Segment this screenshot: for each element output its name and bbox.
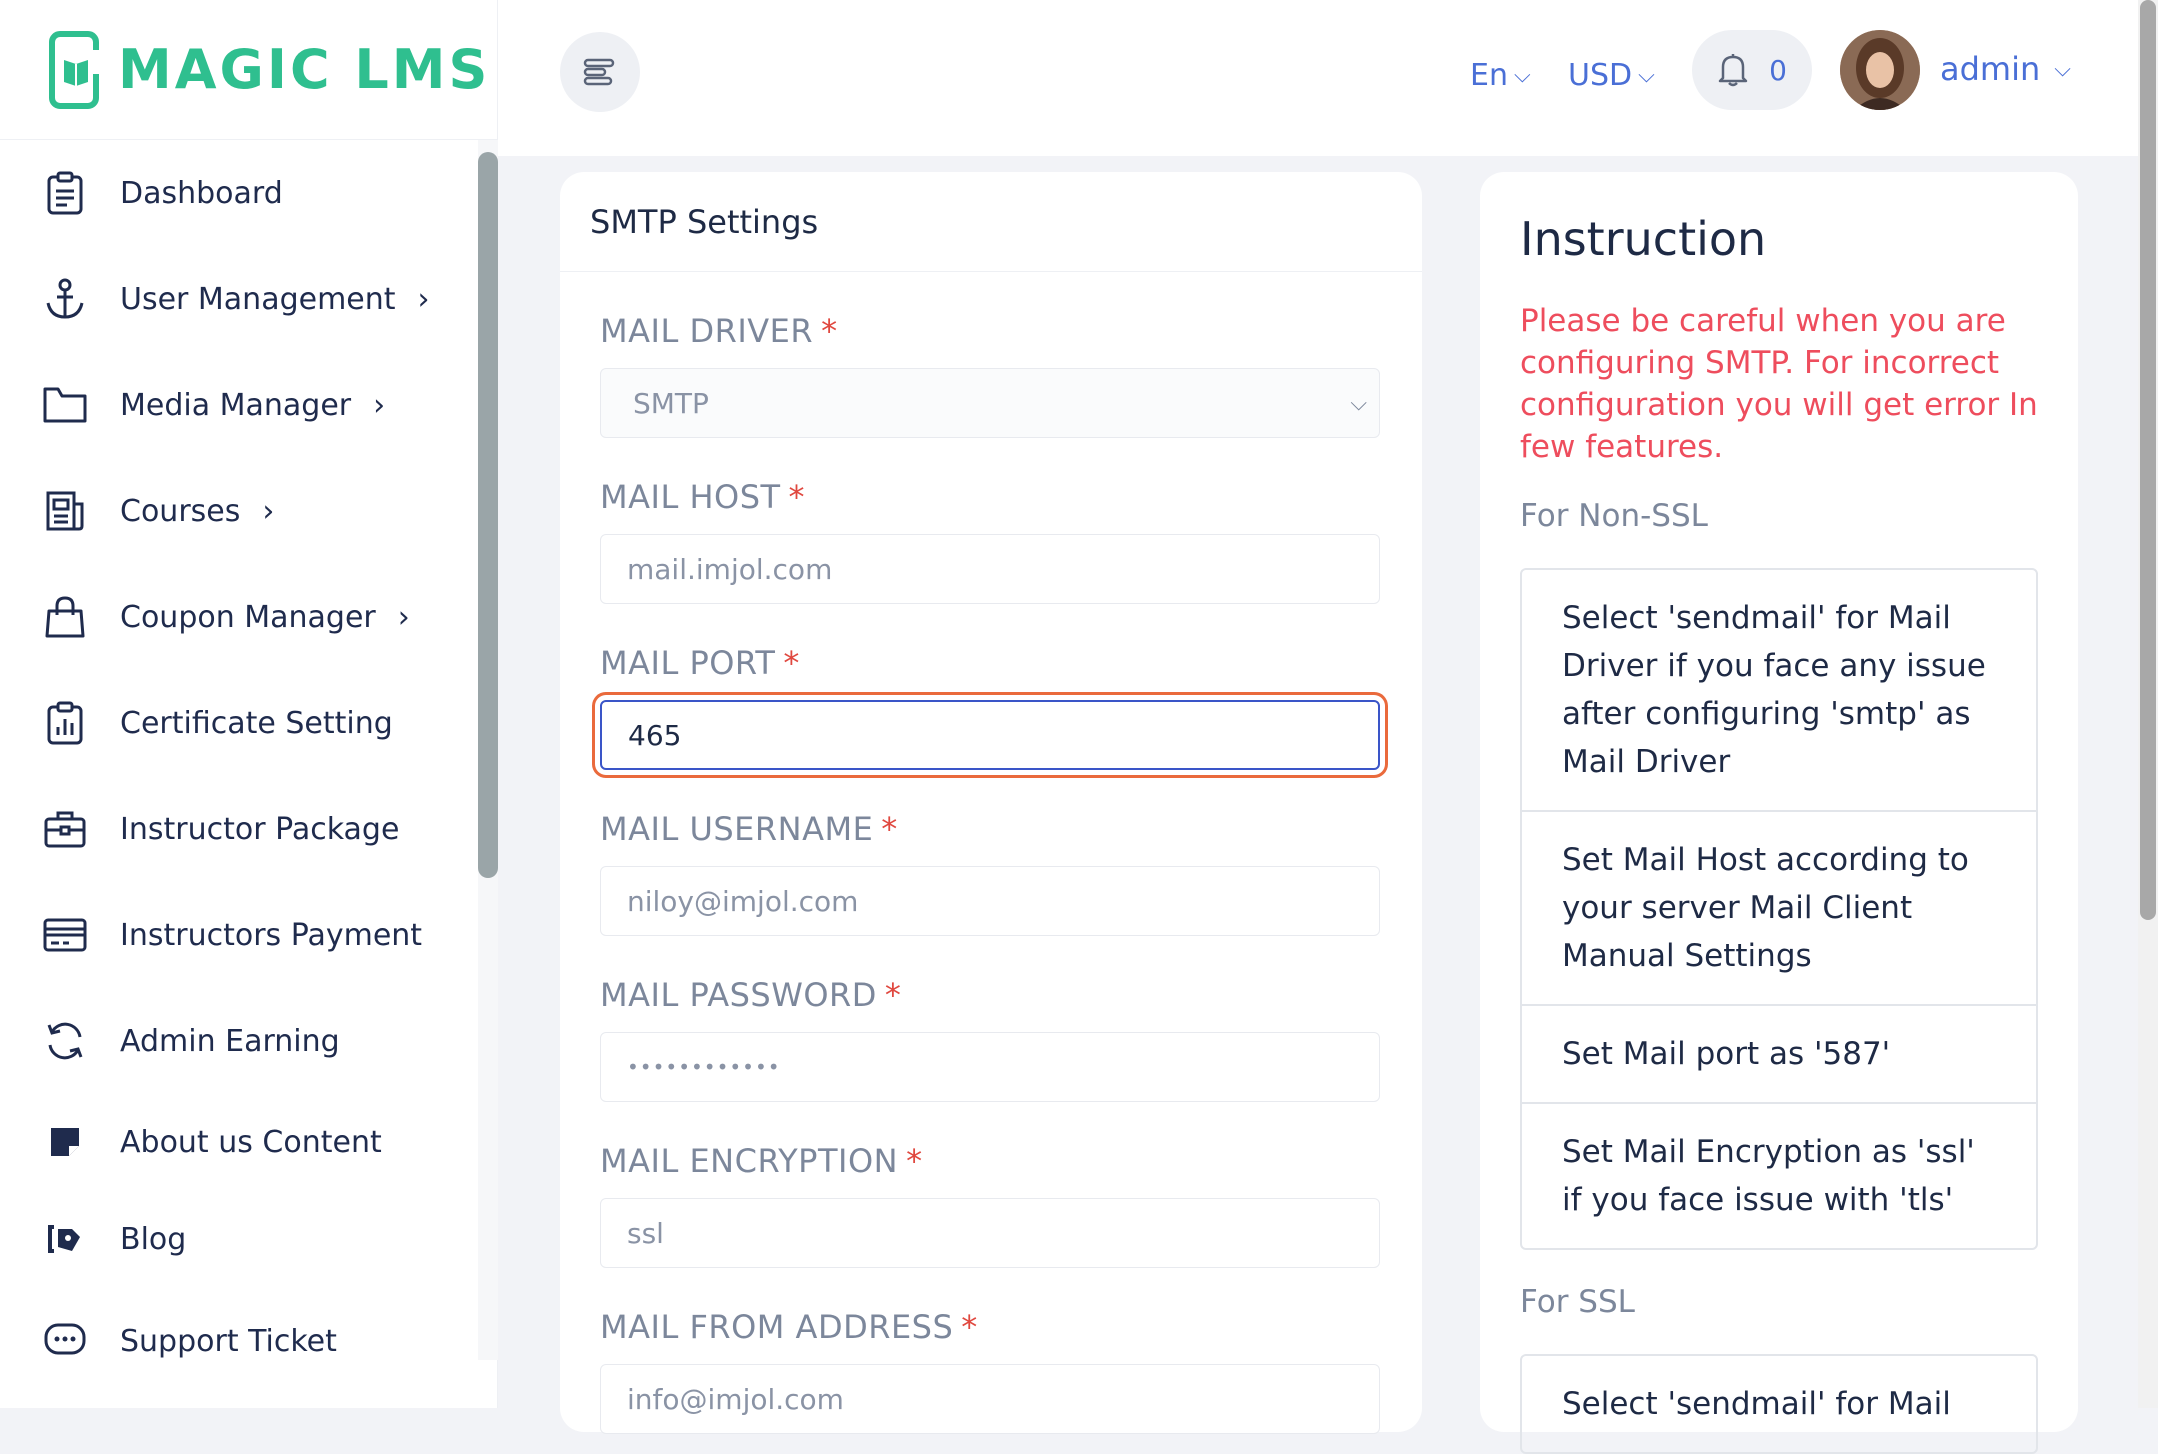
align-left-icon <box>583 58 615 86</box>
avatar[interactable] <box>1840 30 1920 110</box>
shopping-bag-icon <box>40 592 90 642</box>
chevron-down-icon: ⌵ <box>1638 63 1655 88</box>
user-name: admin <box>1940 50 2041 88</box>
mail-driver-select[interactable]: SMTP ⌵ <box>600 368 1380 438</box>
sidebar-item-courses[interactable]: Courses › <box>0 458 478 564</box>
sidebar-item-label: Blog <box>120 1221 187 1257</box>
mail-encryption-label: MAIL ENCRYPTION * <box>600 1142 923 1180</box>
sidebar-item-user-management[interactable]: User Management › <box>0 246 478 352</box>
sidebar-item-support-ticket[interactable]: Support Ticket <box>0 1288 478 1360</box>
book-logo-icon <box>49 30 102 109</box>
sidebar-item-instructors-payment[interactable]: Instructors Payment <box>0 882 478 988</box>
mail-host-label: MAIL HOST * <box>600 478 806 516</box>
sidebar-menu: Dashboard User Management › Media Manage… <box>0 140 478 1360</box>
anchor-icon <box>40 274 90 324</box>
sidebar-item-label: Certificate Setting <box>120 705 393 741</box>
clipboard-chart-icon <box>40 698 90 748</box>
sidebar-item-admin-earning[interactable]: Admin Earning <box>0 988 478 1094</box>
mail-encryption-input[interactable]: ssl <box>600 1198 1380 1268</box>
instruction-warning: Please be careful when you are configuri… <box>1520 303 2038 465</box>
sidebar-item-label: About us Content <box>120 1124 382 1160</box>
chevron-down-icon: ⌵ <box>1513 63 1531 88</box>
sidebar-item-label: Support Ticket <box>120 1323 337 1359</box>
bell-icon <box>1718 54 1748 87</box>
instruction-title: Instruction <box>1520 212 1767 266</box>
mail-host-input[interactable]: mail.imjol.com <box>600 534 1380 604</box>
card-title: SMTP Settings <box>560 172 1422 272</box>
refresh-icon <box>40 1016 90 1066</box>
non-ssl-list: Select 'sendmail' for Mail Driver if you… <box>1520 568 2038 1250</box>
list-item: Set Mail Host according to your server M… <box>1522 812 2036 1006</box>
sidebar-scrollbar-thumb[interactable] <box>478 152 498 878</box>
briefcase-icon <box>40 804 90 854</box>
currency-value: USD <box>1568 58 1633 93</box>
newspaper-icon <box>40 486 90 536</box>
notifications-button[interactable]: 0 <box>1692 30 1812 110</box>
chat-dots-icon <box>40 1316 90 1360</box>
top-header: En ⌵ USD ⌵ 0 admin ⌵ <box>498 0 2138 156</box>
user-menu[interactable]: admin ⌵ <box>1940 50 2071 88</box>
sidebar-item-instructor-package[interactable]: Instructor Package <box>0 776 478 882</box>
list-item: Set Mail Encryption as 'ssl' if you face… <box>1562 1134 1975 1218</box>
sticky-note-icon <box>40 1117 90 1167</box>
chevron-down-icon: ⌵ <box>2054 56 2071 82</box>
logo-text: MAGIC LMS <box>118 38 491 101</box>
sidebar-item-label: Instructors Payment <box>120 917 423 953</box>
list-item: Select 'sendmail' for Mail Driver if you… <box>1522 570 2036 812</box>
sidebar-item-label: Courses <box>120 493 241 529</box>
ssl-heading: For SSL <box>1520 1284 1635 1320</box>
sidebar-item-media-manager[interactable]: Media Manager › <box>0 352 478 458</box>
non-ssl-heading: For Non-SSL <box>1520 498 1708 534</box>
sidebar-item-certificate-setting[interactable]: Certificate Setting <box>0 670 478 776</box>
notification-count: 0 <box>1769 53 1787 87</box>
chevron-down-icon: ⌵ <box>1350 391 1367 416</box>
sidebar-item-label: Coupon Manager <box>120 599 376 635</box>
logo[interactable]: MAGIC LMS <box>0 0 497 140</box>
mail-port-label: MAIL PORT * <box>600 644 800 682</box>
mail-username-label: MAIL USERNAME * <box>600 810 898 848</box>
sidebar-item-label: Admin Earning <box>120 1023 340 1059</box>
sidebar-item-label: Dashboard <box>120 175 283 211</box>
ssl-list: Select 'sendmail' for Mail <box>1520 1354 2038 1454</box>
chevron-right-icon: › <box>262 493 275 529</box>
chevron-right-icon: › <box>397 599 410 635</box>
menu-toggle-button[interactable] <box>560 32 640 112</box>
mail-password-label: MAIL PASSWORD * <box>600 976 902 1014</box>
sidebar-item-label: Media Manager <box>120 387 352 423</box>
mail-username-input[interactable]: niloy@imjol.com <box>600 866 1380 936</box>
currency-dropdown[interactable]: USD ⌵ <box>1568 58 1655 93</box>
language-value: En <box>1470 58 1508 93</box>
sidebar-item-label: Instructor Package <box>120 811 400 847</box>
sidebar-item-coupon-manager[interactable]: Coupon Manager › <box>0 564 478 670</box>
mail-port-input[interactable]: 465 <box>600 700 1380 770</box>
sidebar-item-label: User Management <box>120 281 396 317</box>
language-dropdown[interactable]: En ⌵ <box>1470 58 1531 93</box>
folder-icon <box>40 380 90 430</box>
clipboard-icon <box>40 168 90 218</box>
mail-from-address-label: MAIL FROM ADDRESS * <box>600 1308 978 1346</box>
list-item: Set Mail port as '587' <box>1522 1006 2036 1104</box>
sidebar-item-about-us-content[interactable]: About us Content <box>0 1094 478 1190</box>
mail-driver-label: MAIL DRIVER * <box>600 312 838 350</box>
list-item: Select 'sendmail' for Mail <box>1562 1386 1951 1422</box>
sidebar-item-dashboard[interactable]: Dashboard <box>0 140 478 246</box>
chevron-right-icon: › <box>417 281 430 317</box>
sidebar-item-blog[interactable]: Blog <box>0 1190 478 1288</box>
smtp-form: MAIL DRIVER * SMTP ⌵ MAIL HOST * mail.imjo… <box>560 312 1422 1434</box>
chevron-right-icon: › <box>373 387 386 423</box>
mail-from-address-input[interactable]: info@imjol.com <box>600 1364 1380 1434</box>
sidebar: MAGIC LMS Dashboard User Management › Me… <box>0 0 498 1408</box>
page-scrollbar-thumb[interactable] <box>2140 0 2156 920</box>
smtp-settings-card: SMTP Settings MAIL DRIVER * SMTP ⌵ MAIL H… <box>560 172 1422 1434</box>
mail-password-input[interactable]: •••••••••••• <box>600 1032 1380 1102</box>
blog-icon <box>40 1214 90 1264</box>
instruction-card: Instruction Please be careful when you a… <box>1480 172 2078 1454</box>
credit-card-icon <box>40 910 90 960</box>
